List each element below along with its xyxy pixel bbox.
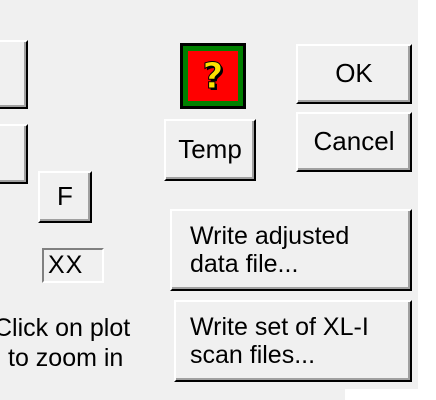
zoom-hint-line-1: Click on plot — [0, 314, 131, 342]
write-adjusted-label: Write adjusted data file... — [190, 222, 349, 278]
temp-button[interactable]: Temp — [164, 119, 256, 181]
write-scan-label-line-2: scan files... — [190, 341, 316, 369]
write-adjusted-label-line-1: Write adjusted — [190, 222, 350, 250]
cancel-button-label: Cancel — [313, 126, 395, 157]
window-edge — [418, 0, 436, 400]
dialog-window: ? OK Temp Cancel F Write adjusted data f… — [0, 0, 436, 400]
write-scan-label-line-1: Write set of XL-I — [190, 313, 369, 341]
help-button[interactable]: ? — [180, 43, 246, 109]
ok-button-label: OK — [335, 58, 373, 89]
xx-value: XX — [48, 251, 84, 279]
cancel-button[interactable]: Cancel — [296, 112, 412, 172]
write-adjusted-data-file-button[interactable]: Write adjusted data file... — [170, 209, 412, 291]
f-button-label: F — [57, 181, 73, 212]
partial-button-top[interactable] — [0, 40, 28, 109]
temp-button-label: Temp — [178, 134, 242, 165]
partial-button-middle[interactable] — [0, 124, 28, 184]
bottom-edge — [345, 389, 420, 400]
f-button[interactable]: F — [38, 171, 92, 223]
zoom-hint-text: Click on plot to zoom in — [0, 313, 180, 373]
zoom-hint-line-2: to zoom in — [8, 344, 124, 372]
write-scan-label: Write set of XL-I scan files... — [190, 313, 369, 369]
write-adjusted-label-line-2: data file... — [190, 250, 299, 278]
write-xl-i-scan-files-button[interactable]: Write set of XL-I scan files... — [174, 300, 412, 382]
ok-button[interactable]: OK — [296, 44, 412, 104]
question-mark-icon: ? — [188, 51, 238, 101]
xx-display-field: XX — [42, 248, 104, 283]
